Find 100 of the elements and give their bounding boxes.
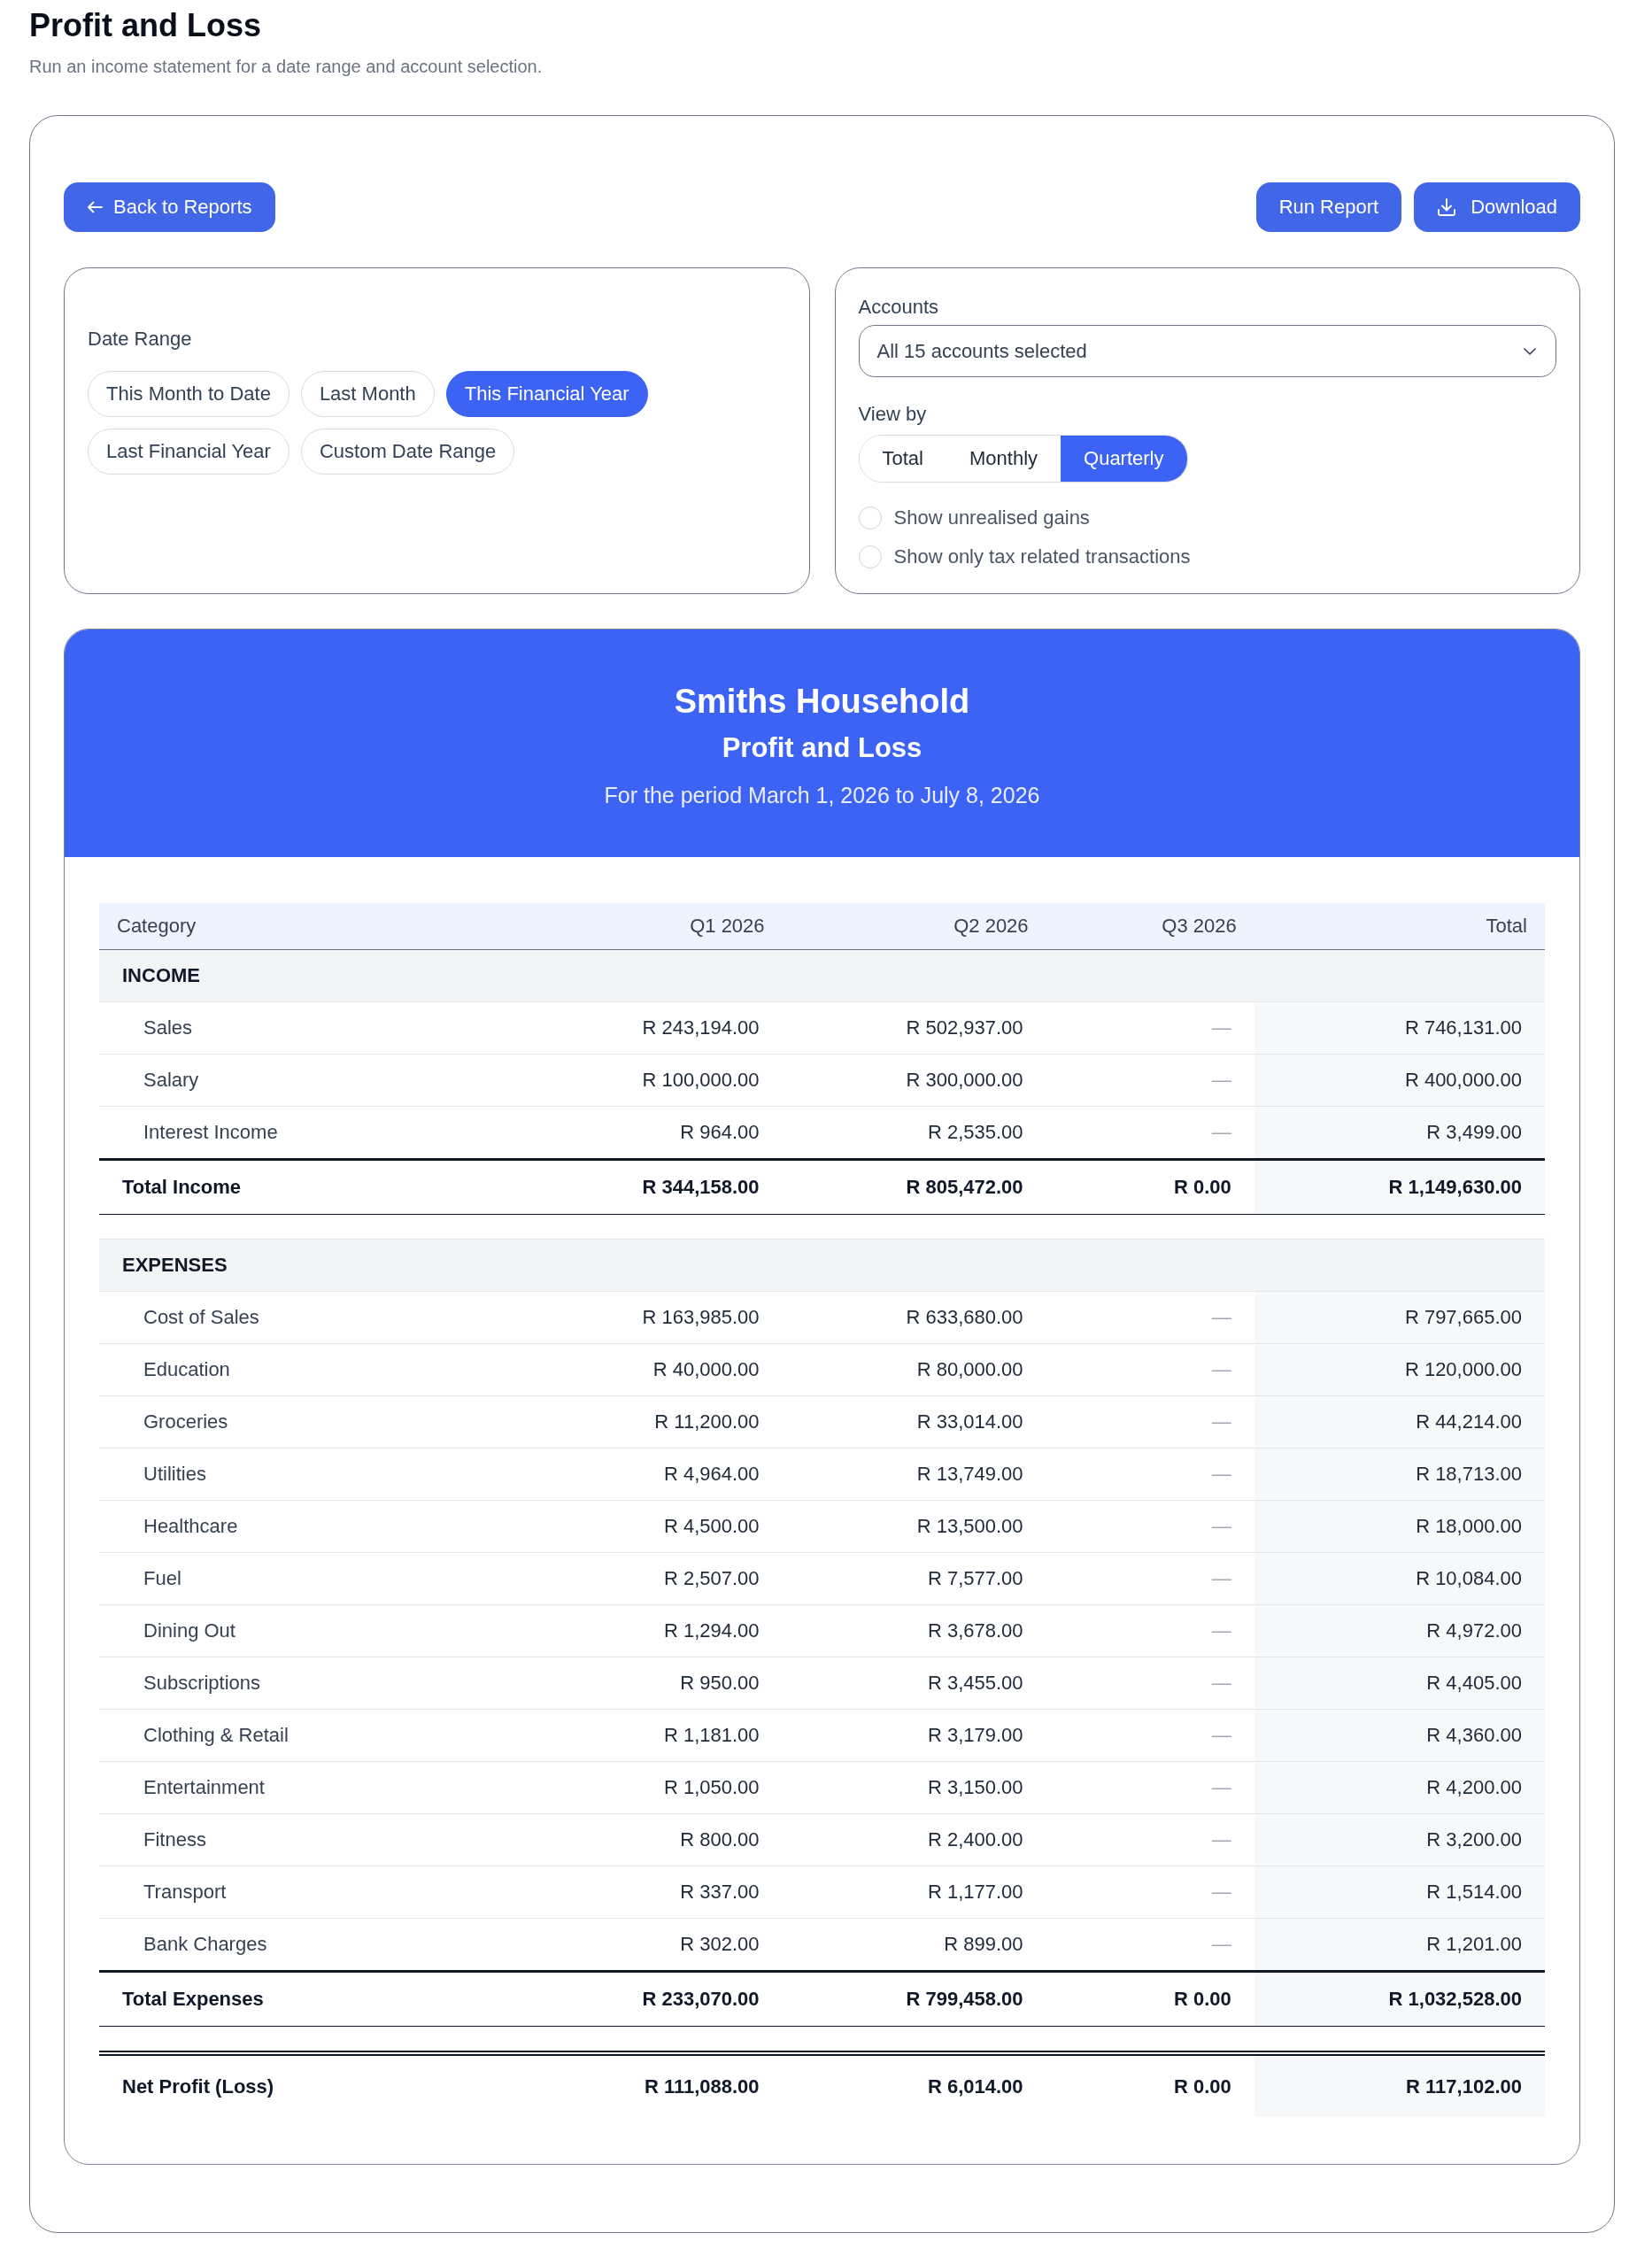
download-icon — [1437, 197, 1457, 217]
amount-cell: R 1,201.00 — [1254, 1918, 1545, 1972]
category-cell: Cost of Sales — [99, 1291, 567, 1344]
empty-amount-cell: — — [1046, 1343, 1254, 1396]
amount-cell: R 502,937.00 — [782, 1001, 1046, 1055]
amount-cell: R 2,535.00 — [782, 1106, 1046, 1160]
amount-cell: R 120,000.00 — [1254, 1343, 1545, 1396]
chevron-down-icon — [1524, 347, 1536, 355]
amount-cell: R 3,179.00 — [782, 1709, 1046, 1762]
amount-cell: R 3,150.00 — [782, 1761, 1046, 1814]
amount-cell: R 4,964.00 — [566, 1448, 783, 1501]
category-cell: Healthcare — [99, 1500, 567, 1553]
empty-amount-cell: — — [1046, 1448, 1254, 1501]
amount-cell: R 40,000.00 — [566, 1343, 783, 1396]
date-range-option[interactable]: Custom Date Range — [300, 429, 515, 475]
column-header: Category — [99, 903, 567, 950]
column-header: Q3 2026 — [1046, 903, 1254, 950]
amount-cell: R 11,200.00 — [566, 1395, 783, 1449]
amount-cell: R 2,507.00 — [566, 1552, 783, 1605]
date-range-option[interactable]: Last Month — [300, 371, 435, 417]
view-by-option[interactable]: Quarterly — [1061, 436, 1187, 482]
amount-cell: R 13,500.00 — [782, 1500, 1046, 1553]
page-subtitle: Run an income statement for a date range and account selection. — [29, 56, 544, 78]
amount-cell: R 797,665.00 — [1254, 1291, 1545, 1344]
amount-cell: R 2,400.00 — [782, 1813, 1046, 1866]
checkbox-label: Show unrealised gains — [893, 506, 1090, 530]
checkbox[interactable] — [858, 506, 882, 529]
section-heading: EXPENSES — [99, 1239, 1545, 1292]
amount-cell: R 4,360.00 — [1254, 1709, 1545, 1762]
net-profit-amount: R 6,014.00 — [782, 2053, 1046, 2117]
total-amount: R 344,158.00 — [566, 1159, 783, 1215]
category-cell: Bank Charges — [99, 1918, 567, 1972]
category-cell: Fitness — [99, 1813, 567, 1866]
amount-cell: R 3,678.00 — [782, 1604, 1046, 1657]
net-profit-amount: R 111,088.00 — [566, 2053, 783, 2117]
amount-cell: R 80,000.00 — [782, 1343, 1046, 1396]
empty-amount-cell: — — [1046, 1761, 1254, 1814]
amount-cell: R 18,000.00 — [1254, 1500, 1545, 1553]
amount-cell: R 3,200.00 — [1254, 1813, 1545, 1866]
category-cell: Entertainment — [99, 1761, 567, 1814]
empty-amount-cell: — — [1046, 1657, 1254, 1710]
date-range-option[interactable]: This Financial Year — [445, 371, 648, 417]
empty-amount-cell: — — [1046, 1001, 1254, 1055]
section-heading: INCOME — [99, 949, 1545, 1002]
category-cell: Transport — [99, 1866, 567, 1919]
amount-cell: R 4,500.00 — [566, 1500, 783, 1553]
total-amount: R 233,070.00 — [566, 1971, 783, 2027]
accounts-select[interactable]: All 15 accounts selected — [858, 325, 1556, 377]
category-cell: Interest Income — [99, 1106, 567, 1160]
amount-cell: R 1,514.00 — [1254, 1866, 1545, 1919]
amount-cell: R 100,000.00 — [566, 1054, 783, 1107]
amount-cell: R 746,131.00 — [1254, 1001, 1545, 1055]
category-cell: Sales — [99, 1001, 567, 1055]
empty-amount-cell: — — [1046, 1709, 1254, 1762]
amount-cell: R 7,577.00 — [782, 1552, 1046, 1605]
amount-cell: R 3,499.00 — [1254, 1106, 1545, 1160]
category-cell: Dining Out — [99, 1604, 567, 1657]
total-amount: R 805,472.00 — [782, 1159, 1046, 1215]
checkbox-label: Show only tax related transactions — [893, 545, 1191, 569]
amount-cell: R 633,680.00 — [782, 1291, 1046, 1344]
empty-amount-cell: — — [1046, 1500, 1254, 1553]
total-amount: R 1,032,528.00 — [1254, 1971, 1545, 2027]
empty-amount-cell: — — [1046, 1395, 1254, 1449]
date-range-option[interactable]: This Month to Date — [88, 371, 289, 417]
report-title: Profit and Loss — [722, 731, 922, 765]
amount-cell: R 4,405.00 — [1254, 1657, 1545, 1710]
run-report-button[interactable]: Run Report — [1255, 182, 1402, 232]
amount-cell: R 18,713.00 — [1254, 1448, 1545, 1501]
arrow-left-icon — [87, 201, 103, 213]
column-header: Total — [1254, 903, 1545, 950]
category-cell: Salary — [99, 1054, 567, 1107]
amount-cell: R 33,014.00 — [782, 1395, 1046, 1449]
date-range-label: Date Range — [88, 327, 193, 352]
back-button[interactable]: Back to Reports — [64, 182, 275, 232]
total-amount: R 1,149,630.00 — [1254, 1159, 1545, 1215]
amount-cell: R 300,000.00 — [782, 1054, 1046, 1107]
amount-cell: R 302.00 — [566, 1918, 783, 1972]
date-range-option[interactable]: Last Financial Year — [88, 429, 289, 475]
empty-amount-cell: — — [1046, 1604, 1254, 1657]
total-amount: R 799,458.00 — [782, 1971, 1046, 2027]
empty-amount-cell: — — [1046, 1866, 1254, 1919]
entity-name: Smiths Household — [674, 682, 970, 722]
empty-amount-cell: — — [1046, 1106, 1254, 1160]
category-cell: Education — [99, 1343, 567, 1396]
empty-amount-cell: — — [1046, 1552, 1254, 1605]
report-period: For the period March 1, 2026 to July 8, 2026 — [604, 782, 1040, 809]
category-cell: Fuel — [99, 1552, 567, 1605]
net-profit-amount: R 117,102.00 — [1254, 2053, 1545, 2117]
amount-cell: R 1,181.00 — [566, 1709, 783, 1762]
amount-cell: R 800.00 — [566, 1813, 783, 1866]
amount-cell: R 10,084.00 — [1254, 1552, 1545, 1605]
amount-cell: R 337.00 — [566, 1866, 783, 1919]
download-button[interactable]: Download — [1414, 182, 1580, 232]
amount-cell: R 4,972.00 — [1254, 1604, 1545, 1657]
amount-cell: R 4,200.00 — [1254, 1761, 1545, 1814]
amount-cell: R 1,294.00 — [566, 1604, 783, 1657]
amount-cell: R 1,050.00 — [566, 1761, 783, 1814]
amount-cell: R 243,194.00 — [566, 1001, 783, 1055]
category-cell: Groceries — [99, 1395, 567, 1449]
checkbox[interactable] — [858, 545, 882, 568]
